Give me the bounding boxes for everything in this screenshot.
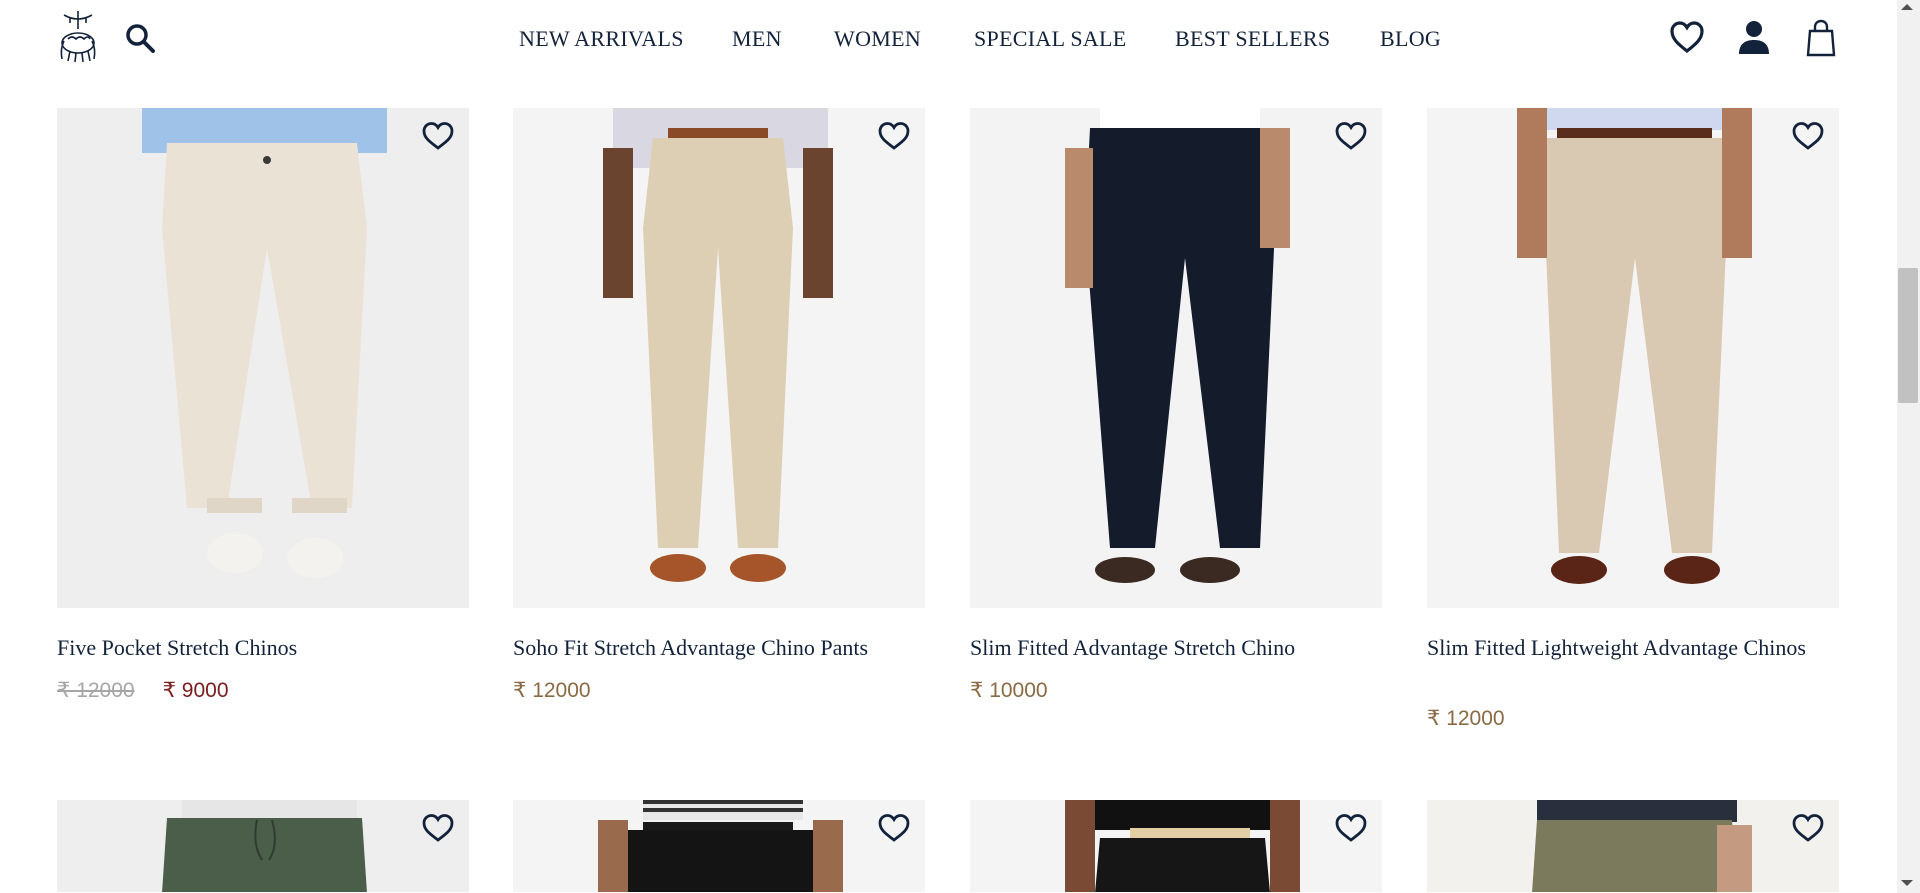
product-card[interactable] xyxy=(513,800,925,893)
product-card[interactable]: Slim Fitted Advantage Stretch Chino ₹ 10… xyxy=(970,108,1382,708)
olive-pants-image xyxy=(1427,800,1839,892)
product-price: ₹ 12000 ₹ 9000 xyxy=(57,678,229,703)
site-header: NEW ARRIVALS MEN WOMEN SPECIAL SALE BEST… xyxy=(0,0,1897,84)
soho-fit-chino-image xyxy=(513,108,925,608)
product-name[interactable]: Five Pocket Stretch Chinos xyxy=(57,634,469,662)
nav-special-sale[interactable]: SPECIAL SALE xyxy=(974,26,1127,52)
navy-chino-image xyxy=(970,108,1382,608)
wishlist-heart-icon[interactable] xyxy=(1334,120,1368,152)
regular-price: ₹ 12000 xyxy=(513,679,591,702)
product-card[interactable] xyxy=(970,800,1382,893)
green-jogger-image xyxy=(57,800,469,892)
nav-blog[interactable]: BLOG xyxy=(1380,26,1441,52)
product-card[interactable]: Soho Fit Stretch Advantage Chino Pants ₹… xyxy=(513,108,925,708)
heart-icon[interactable] xyxy=(1668,18,1706,58)
product-card[interactable]: Slim Fitted Lightweight Advantage Chinos… xyxy=(1427,108,1839,730)
nav-best-sellers[interactable]: BEST SELLERS xyxy=(1175,26,1330,52)
main-nav: NEW ARRIVALS MEN WOMEN SPECIAL SALE BEST… xyxy=(0,26,1897,56)
scrollbar-track[interactable] xyxy=(1897,0,1920,893)
product-card[interactable] xyxy=(57,800,469,893)
scrollbar-thumb[interactable] xyxy=(1898,268,1918,403)
product-image[interactable] xyxy=(1427,800,1839,892)
wishlist-heart-icon[interactable] xyxy=(877,120,911,152)
shopping-bag-icon[interactable] xyxy=(1802,18,1840,58)
product-name[interactable]: Slim Fitted Advantage Stretch Chino xyxy=(970,634,1382,662)
wishlist-heart-icon[interactable] xyxy=(1334,812,1368,844)
product-price: ₹ 12000 xyxy=(1427,706,1505,731)
product-image[interactable] xyxy=(57,800,469,892)
nav-women[interactable]: WOMEN xyxy=(834,26,921,52)
product-image[interactable] xyxy=(970,800,1382,892)
scrollbar-down-arrow-icon[interactable] xyxy=(1901,880,1913,886)
five-pocket-chinos-image xyxy=(57,108,469,608)
wishlist-heart-icon[interactable] xyxy=(1791,812,1825,844)
scrollbar-up-arrow-icon[interactable] xyxy=(1901,4,1913,10)
product-image[interactable] xyxy=(970,108,1382,608)
product-card[interactable]: Five Pocket Stretch Chinos ₹ 12000 ₹ 9000 xyxy=(57,108,469,708)
product-image[interactable] xyxy=(1427,108,1839,608)
product-name[interactable]: Slim Fitted Lightweight Advantage Chinos xyxy=(1427,634,1839,662)
black-chino-belt-image xyxy=(970,800,1382,892)
product-image[interactable] xyxy=(513,800,925,892)
nav-new-arrivals[interactable]: NEW ARRIVALS xyxy=(519,26,684,52)
wishlist-heart-icon[interactable] xyxy=(421,812,455,844)
wishlist-heart-icon[interactable] xyxy=(877,812,911,844)
regular-price: ₹ 10000 xyxy=(970,679,1048,702)
product-image[interactable] xyxy=(57,108,469,608)
original-price: ₹ 12000 xyxy=(57,679,135,702)
wishlist-heart-icon[interactable] xyxy=(1791,120,1825,152)
wishlist-heart-icon[interactable] xyxy=(421,120,455,152)
product-card[interactable] xyxy=(1427,800,1839,893)
user-icon[interactable] xyxy=(1735,18,1773,58)
nav-men[interactable]: MEN xyxy=(732,26,782,52)
product-image[interactable] xyxy=(513,108,925,608)
sale-price: ₹ 9000 xyxy=(162,679,229,702)
product-price: ₹ 10000 xyxy=(970,678,1048,703)
product-name[interactable]: Soho Fit Stretch Advantage Chino Pants xyxy=(513,634,925,662)
product-price: ₹ 12000 xyxy=(513,678,591,703)
regular-price: ₹ 12000 xyxy=(1427,707,1505,730)
black-chino-image xyxy=(513,800,925,892)
lightweight-chino-image xyxy=(1427,108,1839,608)
